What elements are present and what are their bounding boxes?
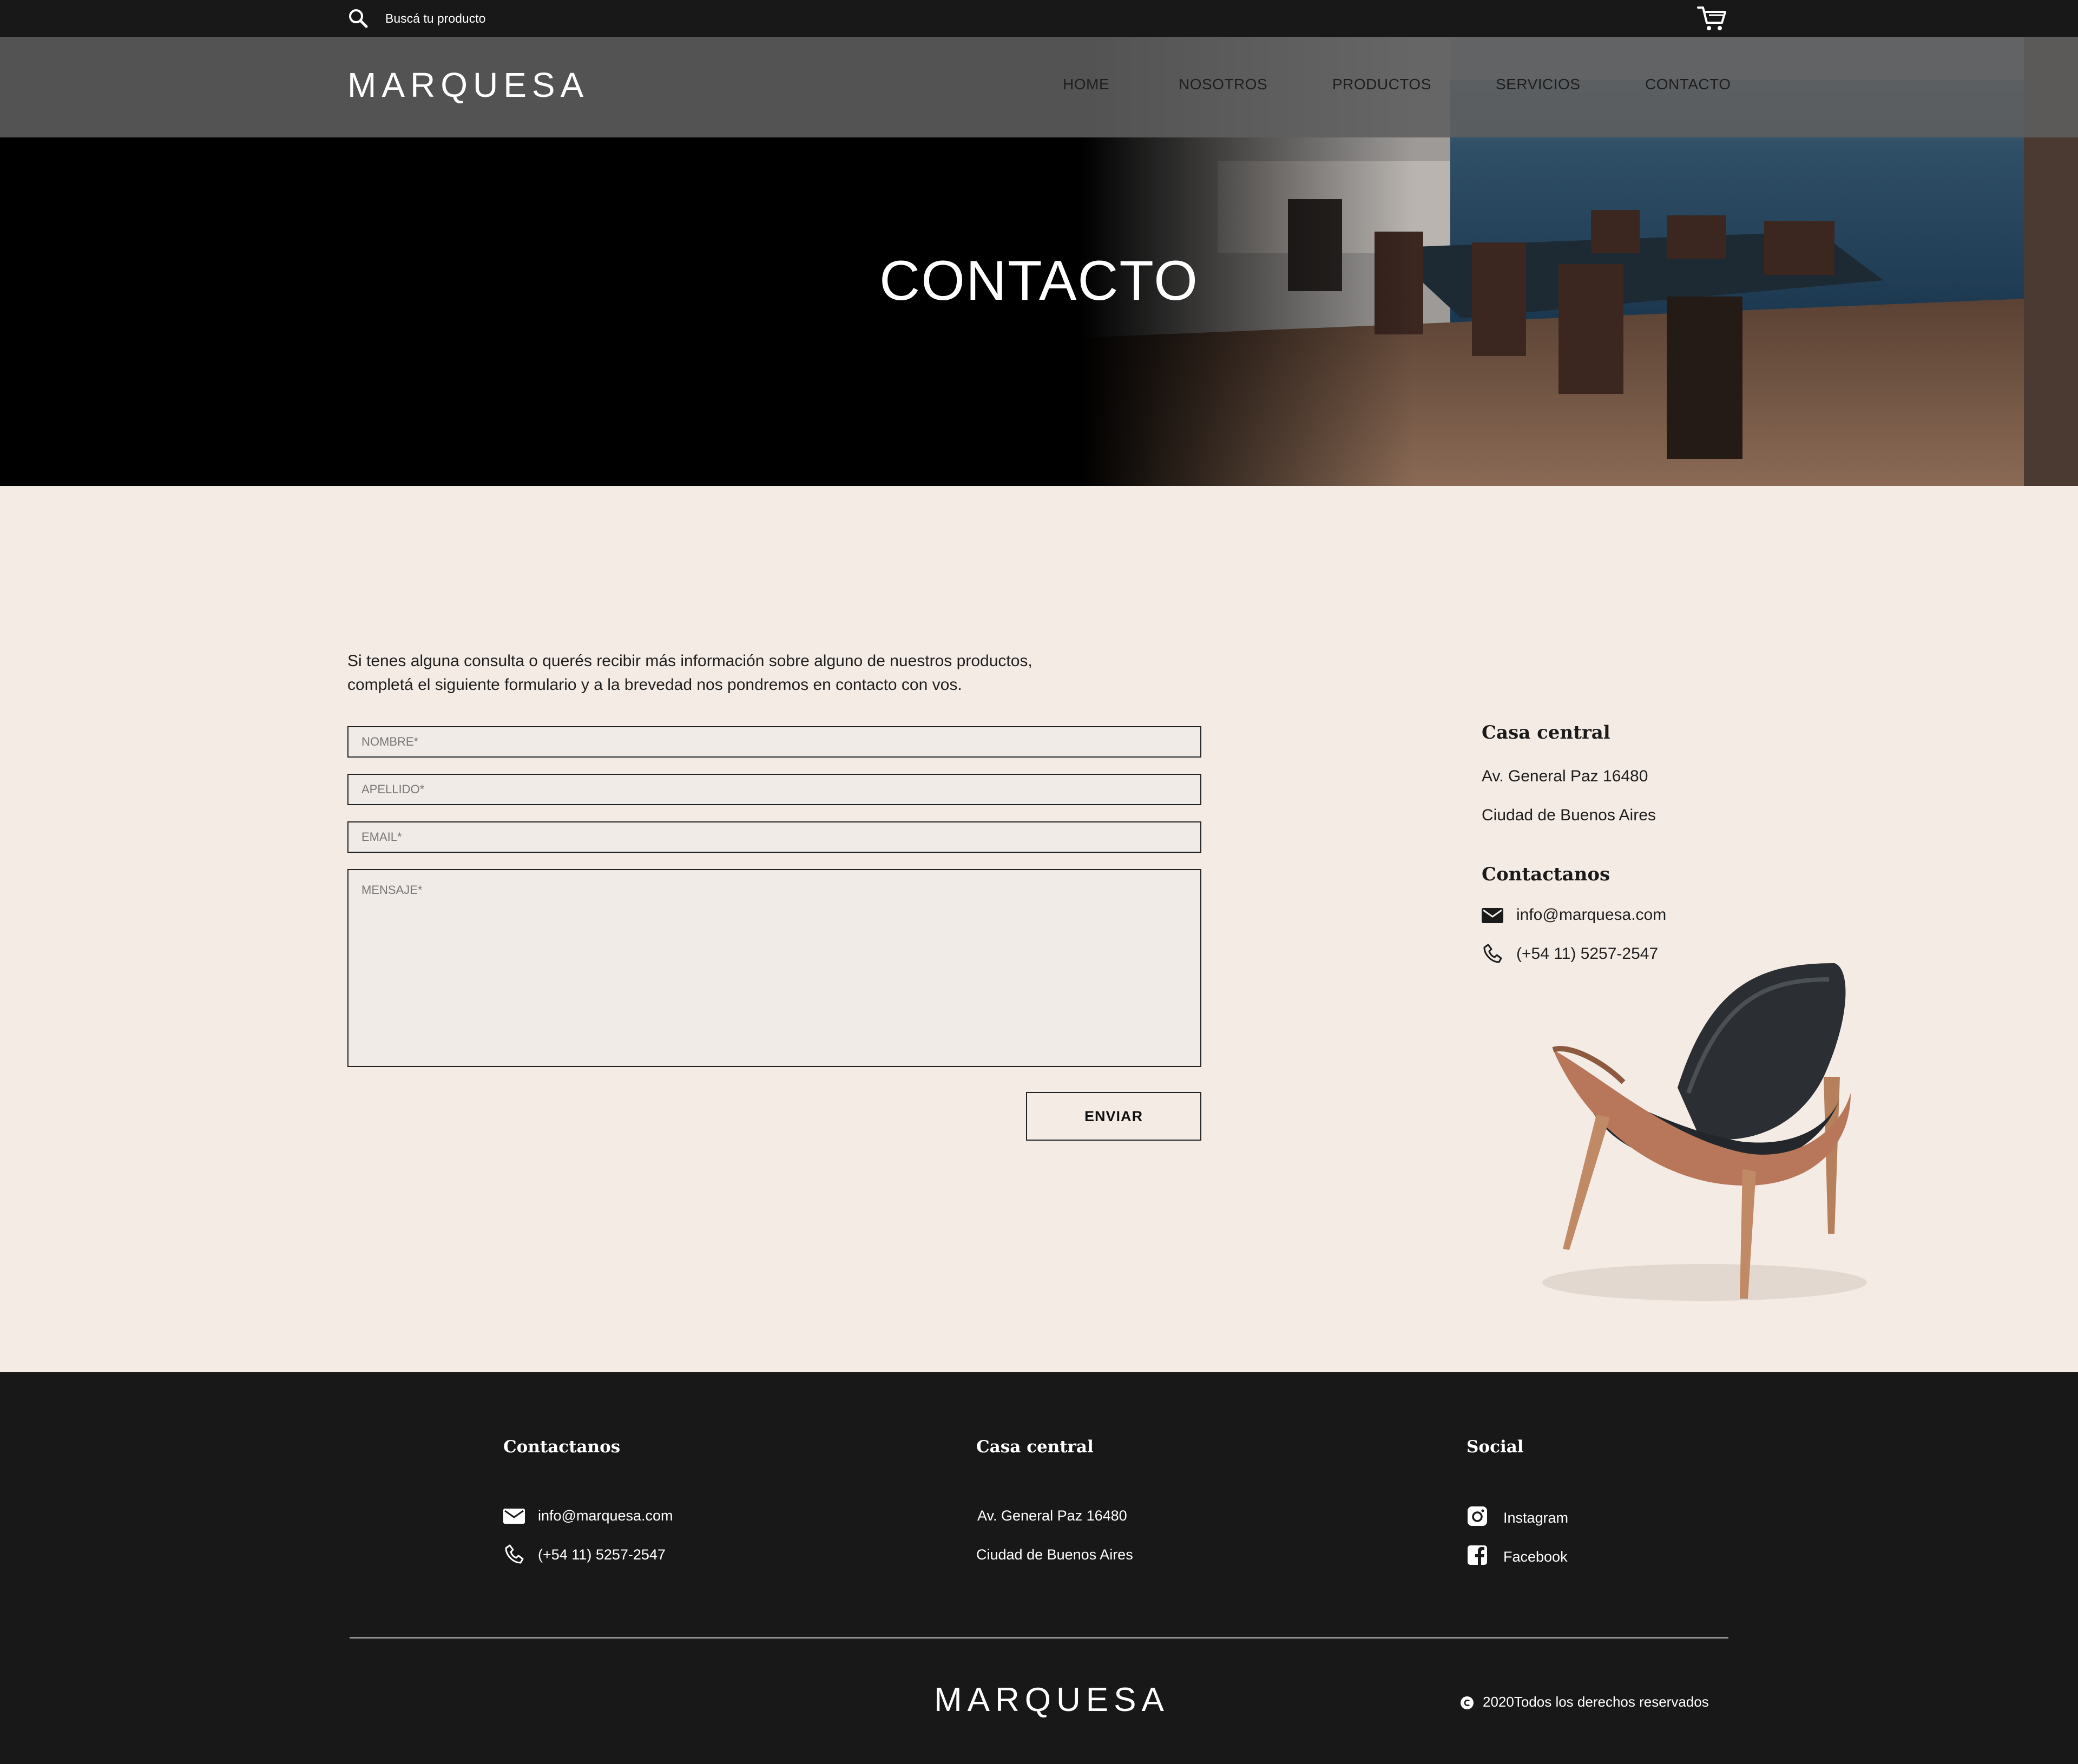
mail-icon	[503, 1509, 525, 1524]
nav-nosotros[interactable]: NOSOTROS	[1179, 76, 1267, 93]
footer-address-line: Av. General Paz 16480	[977, 1508, 1127, 1524]
form-intro: Si tenes alguna consulta o querés recibi…	[347, 649, 1105, 697]
city-line: Ciudad de Buenos Aires	[1482, 806, 1656, 824]
footer-social-heading: Social	[1467, 1437, 1524, 1457]
contact-email[interactable]: info@marquesa.com	[1516, 906, 1666, 924]
instagram-link[interactable]: Instagram	[1503, 1510, 1568, 1526]
shell-chair-image	[1542, 963, 1867, 1301]
phone-icon	[1483, 944, 1502, 963]
copyright-text: 2020Todos los derechos reservados	[1483, 1694, 1709, 1710]
facebook-icon[interactable]	[1467, 1544, 1488, 1566]
email-field[interactable]	[347, 821, 1201, 853]
casa-central-heading: Casa central	[1482, 722, 1610, 743]
footer-contactanos-heading: Contactanos	[503, 1437, 621, 1457]
search-input[interactable]	[385, 8, 764, 29]
apellido-field[interactable]	[347, 774, 1201, 805]
footer-email[interactable]: info@marquesa.com	[538, 1508, 673, 1524]
brand-logo[interactable]: MARQUESA	[347, 65, 589, 105]
cart-icon[interactable]	[1697, 4, 1727, 32]
phone-icon	[505, 1544, 524, 1564]
mail-icon	[1482, 908, 1503, 923]
footer-brand-logo[interactable]: MARQUESA	[934, 1681, 1169, 1719]
contactanos-heading: Contactanos	[1482, 864, 1610, 885]
footer-divider	[350, 1637, 1728, 1638]
nav-contacto[interactable]: CONTACTO	[1645, 76, 1731, 93]
search-icon[interactable]	[347, 8, 369, 29]
instagram-icon[interactable]	[1467, 1505, 1488, 1527]
nav-productos[interactable]: PRODUCTOS	[1332, 76, 1431, 93]
facebook-link[interactable]: Facebook	[1503, 1549, 1568, 1565]
nav-servicios[interactable]: SERVICIOS	[1496, 76, 1580, 93]
main-navbar	[0, 37, 2078, 137]
top-bar	[0, 0, 2078, 37]
footer-casa-central-heading: Casa central	[976, 1437, 1094, 1457]
nav-home[interactable]: HOME	[1063, 76, 1109, 93]
copyright-icon	[1461, 1696, 1474, 1709]
page-title: CONTACTO	[879, 249, 1199, 312]
mensaje-field[interactable]	[347, 869, 1201, 1067]
address-line: Av. General Paz 16480	[1482, 767, 1648, 785]
nombre-field[interactable]	[347, 726, 1201, 758]
form-intro-line: Si tenes alguna consulta o querés recibi…	[347, 652, 1033, 670]
footer-city-line: Ciudad de Buenos Aires	[976, 1546, 1133, 1563]
form-intro-line: completá el siguiente formulario y a la …	[347, 676, 962, 694]
enviar-button[interactable]: ENVIAR	[1026, 1092, 1201, 1141]
footer-phone[interactable]: (+54 11) 5257-2547	[538, 1546, 666, 1563]
